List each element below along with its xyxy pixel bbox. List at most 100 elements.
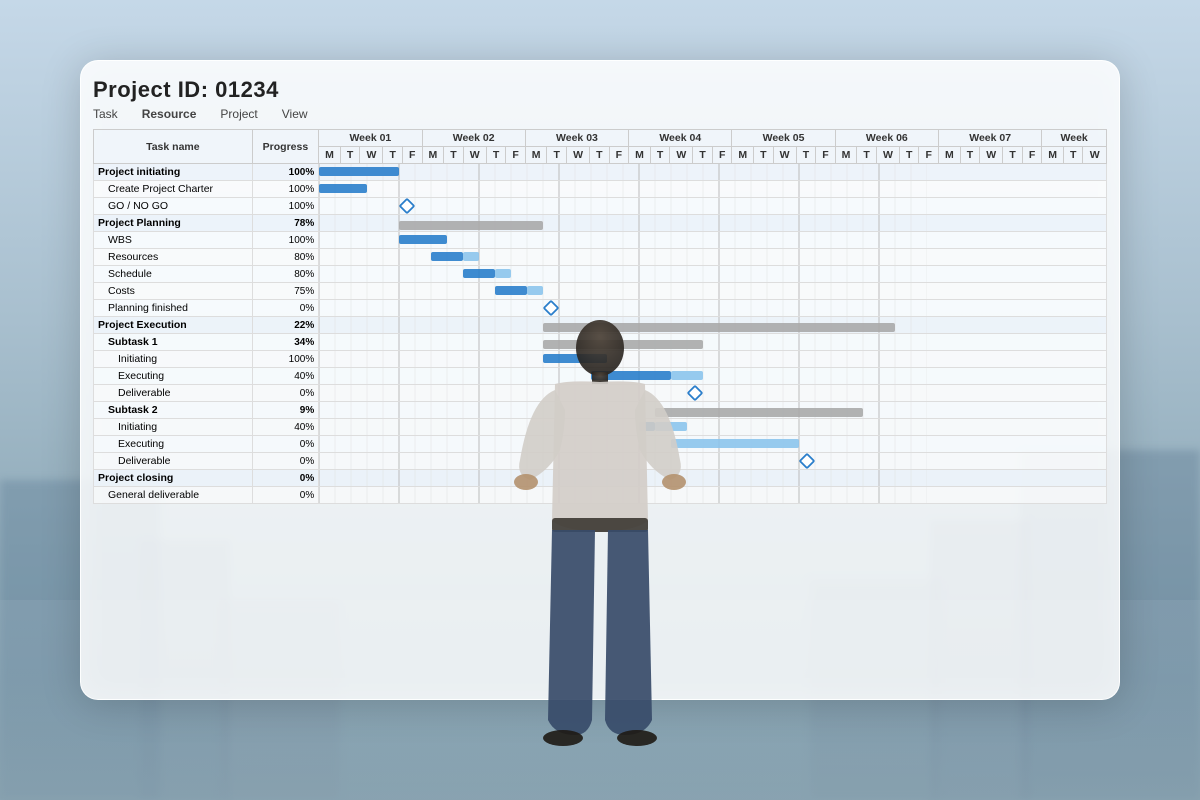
day-header: M	[939, 147, 961, 164]
task-name-cell: Project Execution	[94, 317, 253, 334]
task-name-cell: Subtask 1	[94, 334, 253, 351]
day-header: T	[486, 147, 506, 164]
progress-cell: 34%	[252, 334, 319, 351]
project-title: Project ID: 01234	[93, 77, 1107, 103]
day-header: M	[835, 147, 857, 164]
day-header: F	[506, 147, 526, 164]
table-row: Create Project Charter100%	[94, 181, 1107, 198]
day-header: F	[609, 147, 629, 164]
day-header: M	[1042, 147, 1064, 164]
table-row: GO / NO GO100%	[94, 198, 1107, 215]
day-header: T	[1003, 147, 1023, 164]
day-header: W	[876, 147, 899, 164]
gantt-bar-cell	[319, 283, 1107, 300]
progress-cell: 75%	[252, 283, 319, 300]
table-row: Resources80%	[94, 249, 1107, 266]
day-header: W	[360, 147, 383, 164]
day-header: W	[463, 147, 486, 164]
progress-cell: 9%	[252, 402, 319, 419]
day-header: T	[899, 147, 919, 164]
day-header: T	[1063, 147, 1083, 164]
week03-header: Week 03	[525, 130, 628, 147]
table-row: WBS100%	[94, 232, 1107, 249]
day-header: M	[629, 147, 651, 164]
table-row: Project initiating100%	[94, 164, 1107, 181]
task-name-cell: Deliverable	[94, 453, 253, 470]
task-name-cell: GO / NO GO	[94, 198, 253, 215]
progress-cell: 78%	[252, 215, 319, 232]
menu-task[interactable]: Task	[93, 107, 118, 121]
day-header: T	[650, 147, 670, 164]
week-header-row: Task name Progress Week 01 Week 02 Week …	[94, 130, 1107, 147]
day-header: W	[1083, 147, 1107, 164]
task-name-cell: Planning finished	[94, 300, 253, 317]
day-header: T	[693, 147, 713, 164]
week02-header: Week 02	[422, 130, 525, 147]
task-name-cell: Create Project Charter	[94, 181, 253, 198]
task-name-cell: WBS	[94, 232, 253, 249]
task-name-cell: Executing	[94, 436, 253, 453]
table-row: Project Planning78%	[94, 215, 1107, 232]
day-header: M	[319, 147, 341, 164]
progress-cell: 40%	[252, 419, 319, 436]
gantt-bar-cell	[319, 181, 1107, 198]
gantt-bar-cell	[319, 198, 1107, 215]
progress-cell: 0%	[252, 453, 319, 470]
progress-cell: 0%	[252, 385, 319, 402]
progress-header: Progress	[252, 130, 319, 164]
day-header: F	[1022, 147, 1042, 164]
week08-header: Week	[1042, 130, 1107, 147]
task-name-cell: Deliverable	[94, 385, 253, 402]
day-header: M	[422, 147, 444, 164]
table-row: Costs75%	[94, 283, 1107, 300]
task-name-cell: Resources	[94, 249, 253, 266]
day-header: T	[547, 147, 567, 164]
task-name-header: Task name	[94, 130, 253, 164]
progress-cell: 100%	[252, 198, 319, 215]
day-header: T	[590, 147, 610, 164]
gantt-bar-cell	[319, 164, 1107, 181]
day-header: F	[919, 147, 939, 164]
progress-cell: 100%	[252, 232, 319, 249]
menu-project[interactable]: Project	[220, 107, 257, 121]
task-name-cell: Subtask 2	[94, 402, 253, 419]
progress-cell: 100%	[252, 351, 319, 368]
task-name-cell: Project initiating	[94, 164, 253, 181]
day-header: T	[857, 147, 877, 164]
task-name-cell: Project closing	[94, 470, 253, 487]
progress-cell: 80%	[252, 266, 319, 283]
progress-cell: 0%	[252, 470, 319, 487]
day-header: W	[566, 147, 589, 164]
progress-cell: 80%	[252, 249, 319, 266]
menu-bar: Task Resource Project View	[93, 107, 1107, 121]
progress-cell: 0%	[252, 436, 319, 453]
progress-cell: 40%	[252, 368, 319, 385]
task-name-cell: General deliverable	[94, 487, 253, 504]
week07-header: Week 07	[939, 130, 1042, 147]
day-header: F	[403, 147, 423, 164]
progress-cell: 0%	[252, 300, 319, 317]
progress-cell: 22%	[252, 317, 319, 334]
progress-cell: 100%	[252, 181, 319, 198]
gantt-bar-cell	[319, 232, 1107, 249]
progress-cell: 100%	[252, 164, 319, 181]
gantt-bar-cell	[319, 249, 1107, 266]
day-header: T	[383, 147, 403, 164]
day-header: F	[712, 147, 732, 164]
day-header: W	[773, 147, 796, 164]
progress-cell: 0%	[252, 487, 319, 504]
day-header: W	[670, 147, 693, 164]
task-name-cell: Project Planning	[94, 215, 253, 232]
week06-header: Week 06	[835, 130, 938, 147]
week05-header: Week 05	[732, 130, 835, 147]
day-header: T	[754, 147, 774, 164]
menu-resource[interactable]: Resource	[142, 107, 197, 121]
day-header: W	[980, 147, 1003, 164]
person-silhouette	[480, 300, 720, 800]
week01-header: Week 01	[319, 130, 422, 147]
menu-view[interactable]: View	[282, 107, 308, 121]
gantt-bar-cell	[319, 266, 1107, 283]
day-header: T	[960, 147, 980, 164]
day-header: F	[816, 147, 836, 164]
gantt-bar-cell	[319, 215, 1107, 232]
